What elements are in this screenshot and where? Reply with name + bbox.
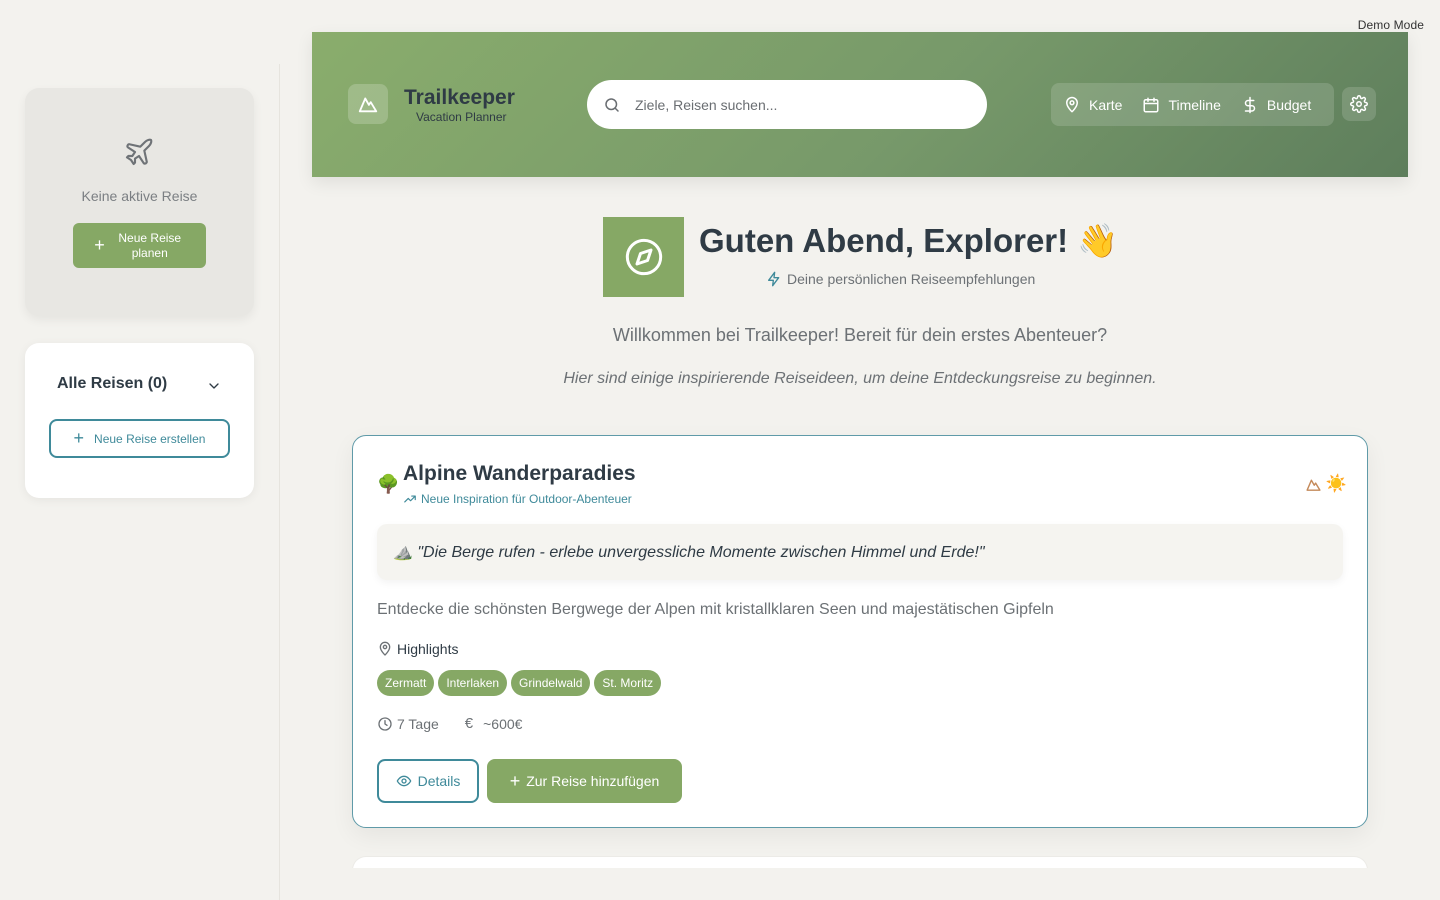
nav-map-label: Karte <box>1089 96 1123 113</box>
nav-timeline[interactable]: Timeline <box>1142 96 1221 114</box>
no-active-trip-text: Keine aktive Reise <box>81 188 198 204</box>
search-bar[interactable] <box>587 80 987 129</box>
logo[interactable] <box>348 84 388 124</box>
header-nav: Karte Timeline Budget <box>1051 83 1334 126</box>
trip-meta: 7 Tage € ~600€ <box>377 715 522 732</box>
nav-timeline-label: Timeline <box>1168 96 1221 113</box>
app-header: Trailkeeper Vacation Planner Karte Timel… <box>312 32 1408 177</box>
mountain-icon <box>358 97 378 113</box>
search-icon <box>605 97 619 112</box>
compass-icon <box>625 238 662 276</box>
new-trip-plan-label: Neue Reise planen <box>118 230 182 260</box>
dollar-icon <box>1244 96 1256 113</box>
create-trip-button[interactable]: + Neue Reise erstellen <box>49 419 230 458</box>
highlights-label-text: Highlights <box>397 641 459 657</box>
euro-icon: € <box>464 715 474 732</box>
content-bottom-edge <box>312 868 1408 900</box>
search-input[interactable] <box>635 96 955 113</box>
map-pin-icon <box>379 641 391 656</box>
highlight-tags: Zermatt Interlaken Grindelwald St. Morit… <box>377 670 662 696</box>
nav-map[interactable]: Karte <box>1063 96 1122 114</box>
gear-icon <box>1350 95 1368 113</box>
calendar-icon <box>1143 97 1159 112</box>
plus-icon: + <box>73 428 85 448</box>
budget-text: ~600€ <box>483 715 523 732</box>
clock-icon <box>378 716 392 731</box>
plus-icon: + <box>509 770 521 791</box>
nav-budget-label: Budget <box>1266 96 1312 113</box>
highlights-label: Highlights <box>377 641 458 657</box>
highlight-tag: Interlaken <box>438 670 508 696</box>
compass-badge <box>603 217 684 297</box>
settings-button[interactable] <box>1342 87 1376 121</box>
demo-mode-label: Demo Mode <box>1357 18 1424 32</box>
card-description: Entdecke die schönsten Bergwege der Alpe… <box>377 601 1054 618</box>
recommendation-card: 🌳 Alpine Wanderparadies Neue Inspiration… <box>352 435 1368 828</box>
highlight-tag: St. Moritz <box>594 670 662 696</box>
add-to-trip-button[interactable]: + Zur Reise hinzufügen <box>487 759 682 803</box>
card-quote: ⛰️ "Die Berge rufen - erlebe unvergessli… <box>377 524 1343 580</box>
brand-subtitle: Vacation Planner <box>416 110 507 124</box>
mountain-icon <box>1306 479 1321 491</box>
budget: € ~600€ <box>465 715 523 732</box>
add-to-trip-label: Zur Reise hinzufügen <box>526 773 660 789</box>
brand-name: Trailkeeper <box>404 86 515 109</box>
highlight-tag: Zermatt <box>377 670 435 696</box>
new-trip-plan-button[interactable]: + Neue Reise planen <box>73 223 206 268</box>
all-trips-card: Alle Reisen (0) + Neue Reise erstellen <box>25 343 254 498</box>
sun-icon: ☀️ <box>1325 474 1347 493</box>
greeting-subtitle-text: Deine persönlichen Reiseempfehlungen <box>787 271 1036 287</box>
eye-icon <box>396 775 411 787</box>
card-title: Alpine Wanderparadies <box>403 462 636 485</box>
duration-text: 7 Tage <box>397 715 439 732</box>
details-button[interactable]: Details <box>377 759 479 803</box>
sidebar: Keine aktive Reise + Neue Reise planen A… <box>0 64 280 900</box>
map-pin-icon <box>1066 96 1078 112</box>
tree-icon: 🌳 <box>377 474 400 494</box>
greeting-subtitle: Deine persönlichen Reiseempfehlungen <box>766 271 1035 287</box>
duration: 7 Tage <box>377 716 439 732</box>
card-subtitle-text: Neue Inspiration für Outdoor-Abenteuer <box>421 492 632 506</box>
lightning-icon <box>768 271 780 287</box>
trending-up-icon <box>404 495 416 503</box>
highlight-tag: Grindelwald <box>511 670 591 696</box>
card-subtitle: Neue Inspiration für Outdoor-Abenteuer <box>403 492 632 506</box>
welcome-text: Willkommen bei Trailkeeper! Bereit für d… <box>612 325 1108 345</box>
create-trip-label: Neue Reise erstellen <box>94 431 206 446</box>
card-category-icons: ☀️ <box>1305 474 1347 494</box>
welcome-subtext: Hier sind einige inspirierende Reiseidee… <box>563 370 1157 387</box>
active-trip-card: Keine aktive Reise + Neue Reise planen <box>25 88 254 316</box>
details-label: Details <box>417 773 461 789</box>
plus-icon: + <box>94 235 105 255</box>
plane-icon <box>125 138 153 166</box>
nav-budget[interactable]: Budget <box>1241 96 1311 114</box>
greeting-title: Guten Abend, Explorer! 👋 <box>699 222 1119 259</box>
